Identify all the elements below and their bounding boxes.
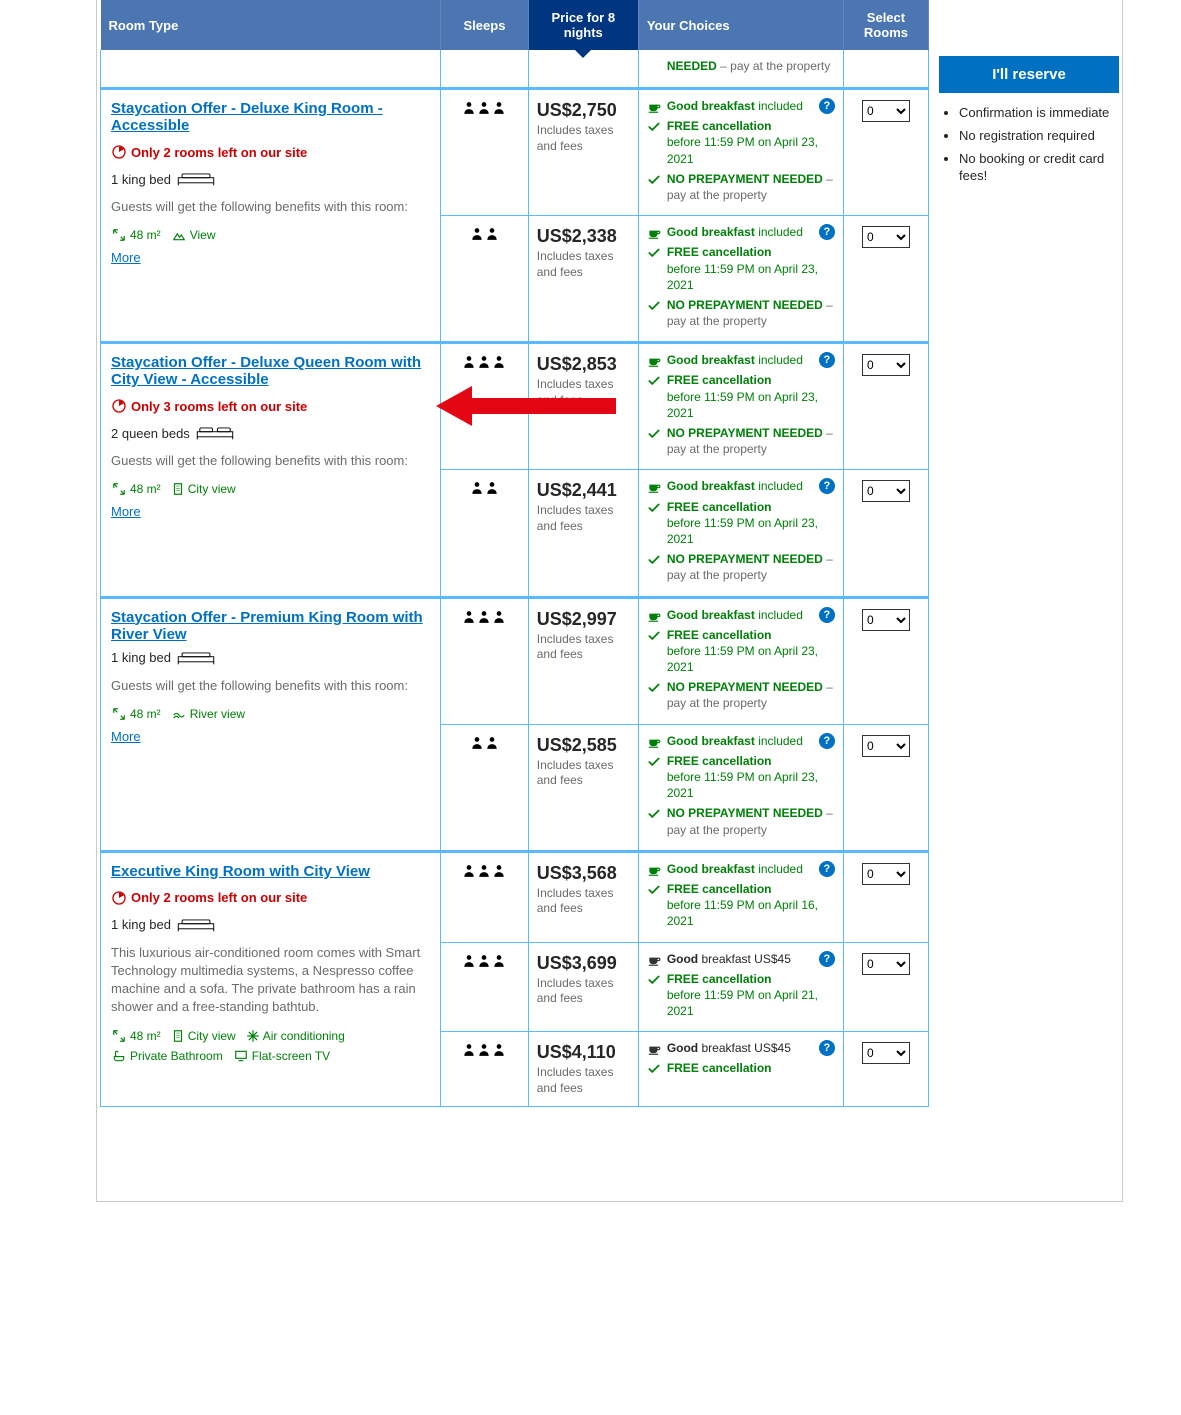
feature-tv: Flat-screen TV <box>233 1049 330 1063</box>
choices-cell: ?Good breakfast US$45FREE cancellationbe… <box>638 942 843 1032</box>
sleeps-cell <box>441 851 529 942</box>
feature-wave: River view <box>171 707 245 721</box>
price-cell: US$3,568Includes taxes and fees <box>528 851 638 942</box>
bed-config: 1 king bed <box>111 916 430 934</box>
occupancy-icon <box>462 1042 506 1058</box>
room-description: Guests will get the following benefits w… <box>111 677 430 695</box>
more-link[interactable]: More <box>111 729 141 744</box>
room-quantity-select[interactable]: 0 <box>862 100 910 122</box>
sleeps-cell <box>441 724 529 851</box>
price-cell: US$2,441Includes taxes and fees <box>528 470 638 597</box>
occupancy-icon <box>462 100 506 116</box>
header-choices: Your Choices <box>638 0 843 50</box>
choices-cell: ?Good breakfast includedFREE cancellatio… <box>638 343 843 470</box>
feature-building: City view <box>171 482 236 496</box>
room-quantity-select[interactable]: 0 <box>862 609 910 631</box>
sidebar-bullet: No registration required <box>959 128 1119 145</box>
help-icon[interactable]: ? <box>819 951 835 967</box>
room-quantity-select[interactable]: 0 <box>862 863 910 885</box>
room-name-link[interactable]: Staycation Offer - Deluxe Queen Room wit… <box>111 354 430 388</box>
occupancy-icon <box>462 863 506 879</box>
choices-cell: ?Good breakfast includedFREE cancellatio… <box>638 216 843 343</box>
occupancy-icon <box>462 609 506 625</box>
occupancy-icon <box>462 953 506 969</box>
feature-area: 48 m² <box>111 482 161 496</box>
room-quantity-select[interactable]: 0 <box>862 354 910 376</box>
sleeps-cell <box>441 942 529 1032</box>
room-name-link[interactable]: Staycation Offer - Deluxe King Room - Ac… <box>111 100 430 134</box>
feature-building: City view <box>171 1029 236 1043</box>
bed-config: 1 king bed <box>111 170 430 188</box>
room-description: This luxurious air-conditioned room come… <box>111 944 430 1017</box>
sidebar-bullet: No booking or credit card fees! <box>959 151 1119 185</box>
sleeps-cell <box>441 597 529 724</box>
room-name-link[interactable]: Staycation Offer - Premium King Room wit… <box>111 609 430 643</box>
room-quantity-select[interactable]: 0 <box>862 735 910 757</box>
price-cell: US$3,699Includes taxes and fees <box>528 942 638 1032</box>
occupancy-icon <box>470 480 499 496</box>
help-icon[interactable]: ? <box>819 224 835 240</box>
more-link[interactable]: More <box>111 250 141 265</box>
header-select: Select Rooms <box>843 0 928 50</box>
sleeps-cell <box>441 343 529 470</box>
choices-cell: ?Good breakfast includedFREE cancellatio… <box>638 597 843 724</box>
room-description: Guests will get the following benefits w… <box>111 198 430 216</box>
room-quantity-select[interactable]: 0 <box>862 953 910 975</box>
occupancy-icon <box>470 226 499 242</box>
sidebar-bullet: Confirmation is immediate <box>959 105 1119 122</box>
feature-area: 48 m² <box>111 228 161 242</box>
price-cell: US$2,997Includes taxes and fees <box>528 597 638 724</box>
room-quantity-select[interactable]: 0 <box>862 1042 910 1064</box>
reserve-sidebar: I'll reserve Confirmation is immediate No… <box>939 56 1119 191</box>
choices-cell: ?Good breakfast includedFREE cancellatio… <box>638 724 843 851</box>
help-icon[interactable]: ? <box>819 98 835 114</box>
choices-cell: ?Good breakfast includedFREE cancellatio… <box>638 851 843 942</box>
choices-cell: ?Good breakfast includedFREE cancellatio… <box>638 470 843 597</box>
help-icon[interactable]: ? <box>819 607 835 623</box>
header-price: Price for 8 nights <box>528 0 638 50</box>
header-sleeps: Sleeps <box>441 0 529 50</box>
scarcity-badge: Only 2 rooms left on our site <box>111 144 430 160</box>
sleeps-cell <box>441 1032 529 1107</box>
header-room-type: Room Type <box>101 0 441 50</box>
feature-area: 48 m² <box>111 1029 161 1043</box>
sleeps-cell <box>441 470 529 597</box>
help-icon[interactable]: ? <box>819 733 835 749</box>
scarcity-badge: Only 3 rooms left on our site <box>111 398 430 414</box>
choices-cell: ?Good breakfast includedFREE cancellatio… <box>638 89 843 216</box>
bed-config: 2 queen beds <box>111 424 430 442</box>
occupancy-icon <box>470 735 499 751</box>
feature-mountain: View <box>171 228 216 242</box>
feature-bath: Private Bathroom <box>111 1049 223 1063</box>
more-link[interactable]: More <box>111 504 141 519</box>
sleeps-cell <box>441 216 529 343</box>
room-quantity-select[interactable]: 0 <box>862 480 910 502</box>
rooms-table: Room Type Sleeps Price for 8 nights Your… <box>100 0 929 1107</box>
room-quantity-select[interactable]: 0 <box>862 226 910 248</box>
feature-snow: Air conditioning <box>246 1029 345 1043</box>
price-cell: US$2,338Includes taxes and fees <box>528 216 638 343</box>
price-cell: US$2,853Includes taxes and fees <box>528 343 638 470</box>
price-cell: US$2,750Includes taxes and fees <box>528 89 638 216</box>
price-cell: US$4,110Includes taxes and fees <box>528 1032 638 1107</box>
occupancy-icon <box>462 354 506 370</box>
price-cell: US$2,585Includes taxes and fees <box>528 724 638 851</box>
choices-cell: ?Good breakfast US$45FREE cancellation <box>638 1032 843 1107</box>
sleeps-cell <box>441 89 529 216</box>
reserve-button[interactable]: I'll reserve <box>939 56 1119 93</box>
scarcity-badge: Only 2 rooms left on our site <box>111 890 430 906</box>
bed-config: 1 king bed <box>111 649 430 667</box>
room-name-link[interactable]: Executive King Room with City View <box>111 863 370 880</box>
feature-area: 48 m² <box>111 707 161 721</box>
help-icon[interactable]: ? <box>819 861 835 877</box>
room-description: Guests will get the following benefits w… <box>111 452 430 470</box>
